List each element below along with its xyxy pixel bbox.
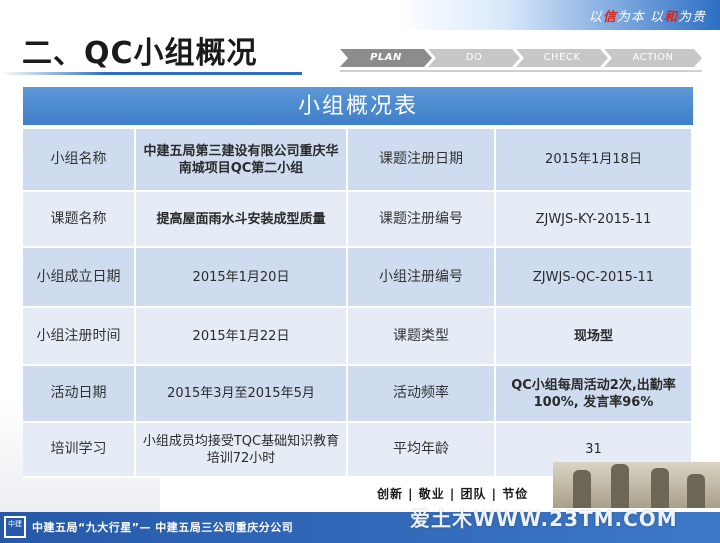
- row-value-activity-date: 2015年3月至2015年5月: [136, 366, 348, 423]
- title-underline: [0, 72, 302, 75]
- row-label-founding-date: 小组成立日期: [23, 248, 136, 308]
- company-motto: 以信为本 以和为贵: [589, 6, 706, 25]
- footer-company-text: 中建五局“九大行星”— 中建五局三公司重庆分公司: [32, 521, 294, 534]
- row-label-team-reg-no: 小组注册编号: [348, 248, 496, 308]
- pdca-underline: [340, 70, 702, 72]
- row-value-team-reg-no: ZJWJS-QC-2015-11: [496, 248, 693, 308]
- row-value-topic-reg-no: ZJWJS-KY-2015-11: [496, 192, 693, 248]
- pdca-step-do: DO: [428, 49, 520, 67]
- row-value-team-name: 中建五局第三建设有限公司重庆华南城项目QC第二小组: [136, 129, 348, 192]
- table-title: 小组概况表: [23, 87, 693, 127]
- footer-slogan: 创新 | 敬业 | 团队 | 节俭: [377, 487, 529, 501]
- footer-statue-image: [553, 462, 720, 508]
- row-value-topic-reg-date: 2015年1月18日: [496, 129, 693, 192]
- motto-part1: 以: [588, 10, 603, 25]
- pdca-step-plan: PLAN: [340, 49, 432, 67]
- motto-red1: 信: [602, 10, 617, 25]
- row-label-activity-date: 活动日期: [23, 366, 136, 423]
- overview-table: 小组名称 中建五局第三建设有限公司重庆华南城项目QC第二小组 课题注册日期 20…: [23, 129, 693, 478]
- statue-figure: [651, 468, 669, 508]
- row-value-topic-type: 现场型: [496, 308, 693, 366]
- pdca-step-check: CHECK: [516, 49, 608, 67]
- row-label-topic-reg-date: 课题注册日期: [348, 129, 496, 192]
- row-label-training: 培训学习: [23, 423, 136, 478]
- company-logo: 中建: [4, 516, 26, 538]
- motto-part2: 为本 以: [616, 10, 664, 25]
- motto-part3: 为贵: [677, 10, 706, 25]
- row-value-team-reg-time: 2015年1月22日: [136, 308, 348, 366]
- row-label-team-reg-time: 小组注册时间: [23, 308, 136, 366]
- row-value-training: 小组成员均接受TQC基础知识教育培训72小时: [136, 423, 348, 478]
- pdca-step-action: ACTION: [604, 49, 702, 67]
- row-label-topic-name: 课题名称: [23, 192, 136, 248]
- motto-red2: 和: [663, 10, 678, 25]
- statue-figure: [611, 464, 629, 508]
- row-label-topic-type: 课题类型: [348, 308, 496, 366]
- row-label-topic-reg-no: 课题注册编号: [348, 192, 496, 248]
- watermark: 爱土木WWW.23TM.COM: [410, 507, 678, 531]
- row-label-average-age: 平均年龄: [348, 423, 496, 478]
- row-value-topic-name: 提高屋面雨水斗安装成型质量: [136, 192, 348, 248]
- row-value-activity-frequency: QC小组每周活动2次,出勤率100%, 发言率96%: [496, 366, 693, 423]
- pdca-steps: PLAN DO CHECK ACTION: [340, 49, 702, 67]
- row-value-founding-date: 2015年1月20日: [136, 248, 348, 308]
- top-banner: 以信为本 以和为贵: [0, 0, 720, 30]
- page-title: 二、QC小组概况: [22, 36, 258, 71]
- row-label-activity-frequency: 活动频率: [348, 366, 496, 423]
- row-label-team-name: 小组名称: [23, 129, 136, 192]
- statue-figure: [687, 474, 705, 508]
